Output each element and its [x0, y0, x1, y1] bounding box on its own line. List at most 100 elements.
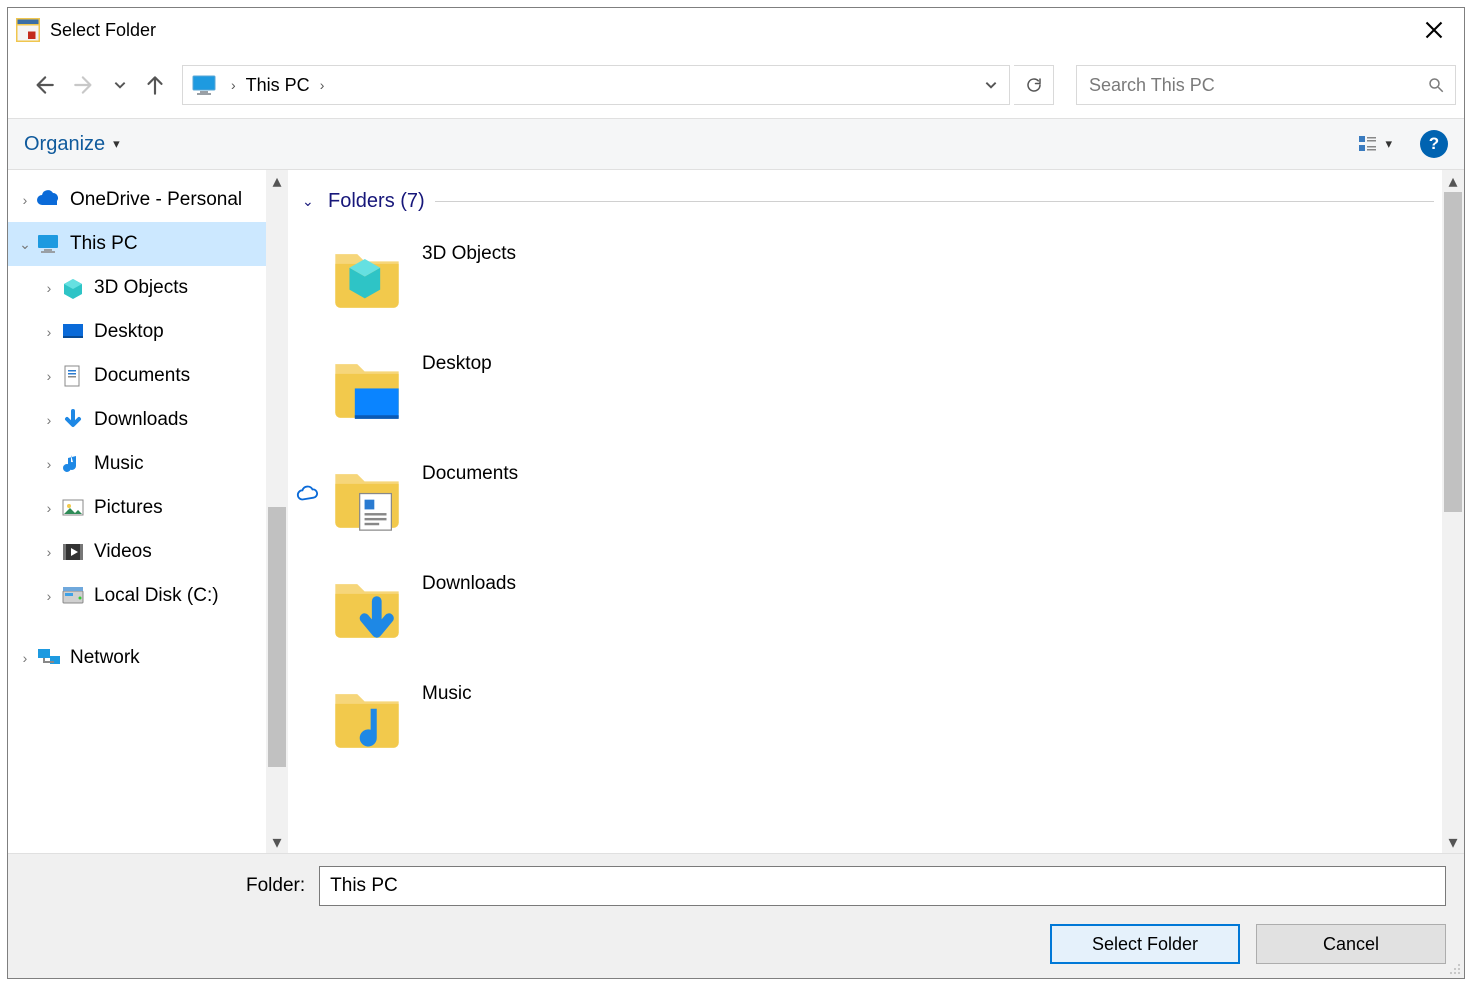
scroll-down-icon[interactable]: ▾ [266, 831, 288, 853]
onedrive-icon [36, 187, 62, 213]
select-folder-dialog: Select Folder › [7, 7, 1465, 979]
folder-item-label: 3D Objects [422, 243, 516, 265]
network-icon [36, 645, 62, 671]
videos-s-icon [60, 539, 86, 565]
folder-item-label: Desktop [422, 353, 492, 375]
toolbar: Organize ▾ ▾ ? [8, 118, 1464, 170]
tree-item-local-disk-c-[interactable]: › Local Disk (C:) [8, 574, 288, 618]
tree-item-label: Downloads [94, 409, 188, 431]
organize-menu[interactable]: Organize ▾ [24, 133, 120, 156]
scroll-down-icon[interactable]: ▾ [1442, 831, 1464, 853]
tree-item-label: Documents [94, 365, 190, 387]
documents-big-icon [328, 457, 406, 535]
expand-icon[interactable]: › [38, 588, 60, 604]
tree-item-pictures[interactable]: › Pictures [8, 486, 288, 530]
tree-item-label: Music [94, 453, 144, 475]
disk-s-icon [60, 583, 86, 609]
address-history-dropdown[interactable] [973, 66, 1009, 104]
3d-big-icon [328, 237, 406, 315]
refresh-button[interactable] [1014, 65, 1054, 105]
search-box[interactable] [1076, 65, 1456, 105]
navigation-pane: › OneDrive - Personal ⌄ This PC › 3D Obj… [8, 170, 288, 853]
folder-item-documents[interactable]: Documents [288, 441, 1464, 551]
nav-scrollbar[interactable]: ▴ ▾ [266, 170, 288, 853]
tree-item-label: Pictures [94, 497, 163, 519]
breadcrumb-label: This PC [246, 75, 310, 96]
tree-item-videos[interactable]: › Videos [8, 530, 288, 574]
this-pc-icon [191, 74, 219, 96]
help-button[interactable]: ? [1420, 130, 1448, 158]
view-options-button[interactable]: ▾ [1347, 133, 1402, 155]
expand-icon[interactable]: › [38, 412, 60, 428]
folder-item-3d-objects[interactable]: 3D Objects [288, 221, 1464, 331]
scroll-thumb[interactable] [1444, 192, 1462, 512]
tree-item-label: Local Disk (C:) [94, 585, 219, 607]
folder-row: Folder: [26, 866, 1446, 906]
pictures-s-icon [60, 495, 86, 521]
expand-icon[interactable]: › [38, 500, 60, 516]
divider [435, 201, 1434, 202]
downloads-big-icon [328, 567, 406, 645]
3d-icon [60, 275, 86, 301]
tree-item-desktop[interactable]: › Desktop [8, 310, 288, 354]
forward-button[interactable] [66, 66, 104, 104]
tree-item-3d-objects[interactable]: › 3D Objects [8, 266, 288, 310]
button-row: Select Folder Cancel [26, 924, 1446, 968]
breadcrumb-this-pc[interactable]: This PC [240, 66, 316, 104]
scroll-thumb[interactable] [268, 507, 286, 767]
body: › OneDrive - Personal ⌄ This PC › 3D Obj… [8, 170, 1464, 853]
address-bar[interactable]: › This PC › [182, 65, 1010, 105]
search-icon [1427, 76, 1445, 94]
scroll-up-icon[interactable]: ▴ [1442, 170, 1464, 192]
pc-icon [36, 231, 62, 257]
tree-item-this-pc[interactable]: ⌄ This PC [8, 222, 288, 266]
documents-s-icon [60, 363, 86, 389]
expand-icon[interactable]: › [38, 544, 60, 560]
group-label: Folders (7) [328, 190, 425, 213]
desktop-big-icon [328, 347, 406, 425]
expand-icon[interactable]: › [14, 650, 36, 666]
tree-item-music[interactable]: › Music [8, 442, 288, 486]
folder-label: Folder: [246, 875, 305, 897]
tree-item-documents[interactable]: › Documents [8, 354, 288, 398]
navigation-row: › This PC › [8, 52, 1464, 118]
tree-item-label: This PC [70, 233, 138, 255]
music-big-icon [328, 677, 406, 755]
tree-item-label: Network [70, 647, 140, 669]
tree-item-downloads[interactable]: › Downloads [8, 398, 288, 442]
expand-icon[interactable]: ⌄ [14, 236, 36, 253]
select-folder-button[interactable]: Select Folder [1050, 924, 1240, 964]
scroll-up-icon[interactable]: ▴ [266, 170, 288, 192]
expand-icon[interactable]: › [38, 280, 60, 296]
group-header-folders[interactable]: ⌄ Folders (7) [288, 170, 1464, 221]
titlebar: Select Folder [8, 8, 1464, 52]
tree-item-label: 3D Objects [94, 277, 188, 299]
folder-item-desktop[interactable]: Desktop [288, 331, 1464, 441]
desktop-s-icon [60, 319, 86, 345]
resize-grip-icon[interactable] [1447, 961, 1461, 975]
content-pane: ⌄ Folders (7) 3D Objects Desktop Documen… [288, 170, 1464, 853]
chevron-down-icon: ▾ [113, 136, 120, 152]
cancel-button[interactable]: Cancel [1256, 924, 1446, 964]
expand-icon[interactable]: › [38, 324, 60, 340]
folder-item-music[interactable]: Music [288, 661, 1464, 771]
close-button[interactable] [1404, 8, 1464, 52]
organize-label: Organize [24, 133, 105, 156]
folder-item-downloads[interactable]: Downloads [288, 551, 1464, 661]
expand-icon[interactable]: › [38, 456, 60, 472]
tree-item-onedrive-personal[interactable]: › OneDrive - Personal [8, 178, 288, 222]
search-input[interactable] [1087, 74, 1427, 97]
up-button[interactable] [136, 66, 174, 104]
tree-item-network[interactable]: › Network [8, 636, 288, 680]
expand-icon[interactable]: › [38, 368, 60, 384]
select-folder-label: Select Folder [1092, 934, 1198, 955]
expand-icon[interactable]: › [14, 192, 36, 208]
back-button[interactable] [24, 66, 62, 104]
breadcrumb-chevron-icon[interactable]: › [316, 77, 329, 93]
breadcrumb-chevron-icon[interactable]: › [227, 77, 240, 93]
cloud-status-icon [296, 483, 318, 505]
recent-locations-button[interactable] [108, 66, 132, 104]
chevron-down-icon: ▾ [1385, 136, 1392, 152]
content-scrollbar[interactable]: ▴ ▾ [1442, 170, 1464, 853]
folder-name-input[interactable] [319, 866, 1446, 906]
